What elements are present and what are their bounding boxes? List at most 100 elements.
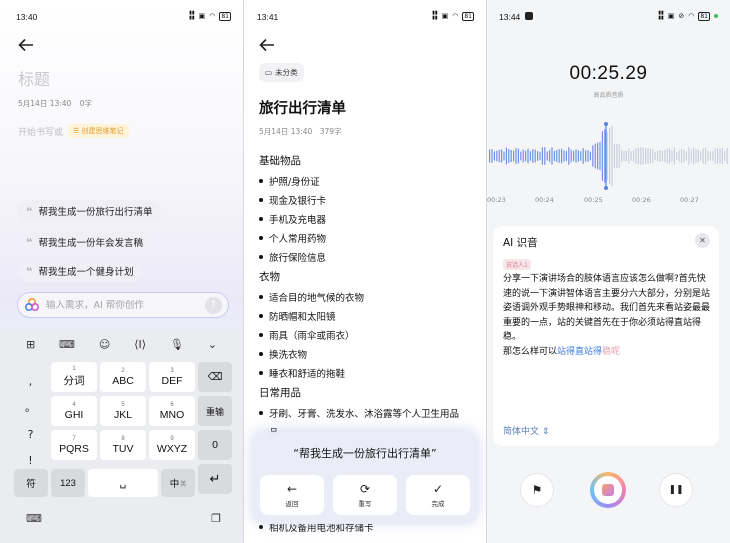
suggestion-chip-speech[interactable]: ❝ 帮我生成一份年会发言稿 bbox=[18, 231, 152, 253]
back-arrow-icon[interactable] bbox=[18, 38, 34, 52]
folder-chip[interactable]: ▭ 未分类 bbox=[259, 63, 304, 82]
timeline-ticks: 00:23 00:24 00:25 00:26 00:27 bbox=[487, 196, 730, 206]
waveform-bar bbox=[553, 151, 555, 161]
language-selector[interactable]: 简体中文 ⇕ bbox=[503, 424, 549, 437]
waveform-bar bbox=[685, 151, 687, 161]
language-switch-key[interactable]: 中英 bbox=[161, 469, 195, 497]
status-icons: ▮▮ ▮▮ ▣ ◠ 81 bbox=[432, 11, 474, 21]
back-arrow-icon[interactable] bbox=[259, 38, 275, 52]
suggestion-chip-fitness[interactable]: ❝ 帮我生成一个健身计划 bbox=[18, 260, 143, 282]
waveform-bar bbox=[669, 148, 671, 164]
suggestion-label: 帮我生成一份旅行出行清单 bbox=[38, 207, 153, 218]
waveform-bar bbox=[652, 149, 654, 163]
rewrite-button[interactable]: ⟳ 重写 bbox=[333, 475, 397, 515]
ai-prompt-input[interactable] bbox=[46, 299, 196, 311]
space-key[interactable]: ␣ bbox=[88, 469, 158, 497]
key-5[interactable]: 5 JKL bbox=[100, 396, 146, 426]
key-label: ABC bbox=[112, 374, 134, 387]
waveform-bar bbox=[508, 149, 510, 163]
microphone-icon[interactable]: 🎙︎ bbox=[170, 338, 184, 351]
playhead-bottom-handle[interactable] bbox=[604, 186, 608, 190]
waveform-bar bbox=[561, 148, 563, 164]
bullet-icon bbox=[259, 198, 263, 202]
enter-key[interactable]: ↵ bbox=[198, 464, 232, 494]
waveform-bar bbox=[676, 151, 678, 161]
waveform-bar bbox=[637, 147, 639, 165]
zero-key[interactable]: 0 bbox=[198, 430, 232, 460]
status-time: 13:44 bbox=[499, 12, 521, 22]
key-4[interactable]: 4 GHI bbox=[51, 396, 97, 426]
note-date: 5月14日 13:40 bbox=[18, 99, 72, 108]
screen-recorder: 13:44 ▮▮ ▮▮ ▣ ⊘ ◠ 81 00:25.29 高品质音质 00:23… bbox=[487, 0, 730, 543]
done-button[interactable]: ✓ 完成 bbox=[406, 475, 470, 515]
keyboard-icon[interactable]: ⌨ bbox=[59, 338, 75, 351]
keyboard-switch-icon[interactable]: ⌨ bbox=[26, 512, 42, 525]
list-item-text: 雨具（雨伞或雨衣） bbox=[269, 331, 355, 342]
pause-button[interactable]: ❚❚ bbox=[659, 473, 693, 507]
tick-label: 00:27 bbox=[680, 196, 699, 204]
waveform-bar bbox=[683, 149, 685, 163]
quote-icon: ❝ bbox=[26, 264, 33, 278]
waveform-bar bbox=[529, 151, 531, 161]
screens: 13:40 ▮▮ ▮▮ ▣ ◠ 81 标题 5月14日 13:40 0字 开始书写… bbox=[0, 0, 730, 543]
stop-record-button[interactable] bbox=[590, 472, 626, 508]
cursor-icon[interactable]: ⟨I⟩ bbox=[134, 338, 146, 351]
waveform-bar bbox=[541, 147, 543, 165]
stop-icon bbox=[602, 484, 614, 496]
key-number: 2 bbox=[121, 367, 125, 374]
reset-key[interactable]: 重输 bbox=[198, 396, 232, 426]
key-label: MNO bbox=[159, 408, 185, 421]
waveform-bar bbox=[592, 145, 594, 167]
waveform-bar bbox=[657, 150, 659, 162]
suggestion-chip-travel[interactable]: ❝ 帮我生成一份旅行出行清单 bbox=[18, 200, 162, 222]
arrow-left-icon: ← bbox=[286, 481, 298, 496]
create-mindmap-button[interactable]: ☰ 创建思维笔记 bbox=[68, 124, 129, 138]
key-1[interactable]: 1 分词 bbox=[51, 362, 97, 392]
close-button[interactable]: ✕ bbox=[695, 233, 710, 248]
tick-label: 00:23 bbox=[487, 196, 506, 204]
waveform-bar bbox=[525, 150, 527, 162]
list-item: 旅行保险信息 bbox=[259, 250, 326, 264]
key-7[interactable]: 7 PQRS bbox=[51, 430, 97, 460]
lang-secondary: 英 bbox=[180, 481, 187, 488]
emoji-icon[interactable]: ☺ bbox=[99, 338, 110, 351]
lang-primary: 中 bbox=[169, 479, 180, 490]
bullet-icon bbox=[259, 411, 263, 415]
note-meta: 5月14日 13:40 0字 bbox=[18, 98, 98, 109]
mark-button[interactable]: ⚑ bbox=[520, 473, 554, 507]
title-placeholder[interactable]: 标题 bbox=[18, 66, 50, 90]
backspace-key[interactable]: ⌫ bbox=[198, 362, 232, 392]
waveform-bar bbox=[724, 150, 726, 162]
key-9[interactable]: 9 WXYZ bbox=[149, 430, 195, 460]
key-3[interactable]: 3 DEF bbox=[149, 362, 195, 392]
key-number: 3 bbox=[170, 367, 174, 374]
stop-button-inner bbox=[594, 476, 622, 504]
send-button[interactable]: ↑ bbox=[205, 296, 222, 314]
waveform-bar bbox=[573, 150, 575, 162]
note-meta: 5月14日 13:40 379字 bbox=[259, 126, 347, 137]
key-6[interactable]: 6 MNO bbox=[149, 396, 195, 426]
waveform-bar bbox=[613, 143, 615, 169]
status-bar: 13:41 ▮▮ ▮▮ ▣ ◠ 81 bbox=[244, 9, 486, 25]
waveform-bar bbox=[539, 151, 541, 161]
recording-timer: 00:25.29 bbox=[569, 63, 648, 84]
key-label: JKL bbox=[113, 408, 133, 421]
playhead-top-handle[interactable] bbox=[604, 122, 608, 126]
note-title[interactable]: 旅行出行清单 bbox=[259, 97, 346, 118]
clipboard-icon[interactable]: ❐ bbox=[211, 512, 221, 525]
waveform-bars bbox=[489, 126, 728, 186]
chevron-down-icon[interactable]: ⌄ bbox=[208, 338, 217, 351]
key-8[interactable]: 8 TUV bbox=[100, 430, 146, 460]
key-2[interactable]: 2 ABC bbox=[100, 362, 146, 392]
button-label: 重写 bbox=[358, 499, 372, 508]
symbol-key[interactable]: 符 bbox=[14, 469, 48, 497]
number-key[interactable]: 123 bbox=[51, 469, 85, 497]
waveform-bar bbox=[633, 150, 635, 162]
back-button[interactable]: ← 返回 bbox=[260, 475, 324, 515]
waveform-bar bbox=[678, 150, 680, 162]
grid-icon[interactable]: ⊞ bbox=[26, 338, 35, 351]
waveform-bar bbox=[645, 147, 647, 165]
waveform-bar bbox=[517, 148, 519, 164]
bullet-icon bbox=[259, 217, 263, 221]
button-label: 完成 bbox=[431, 499, 445, 508]
